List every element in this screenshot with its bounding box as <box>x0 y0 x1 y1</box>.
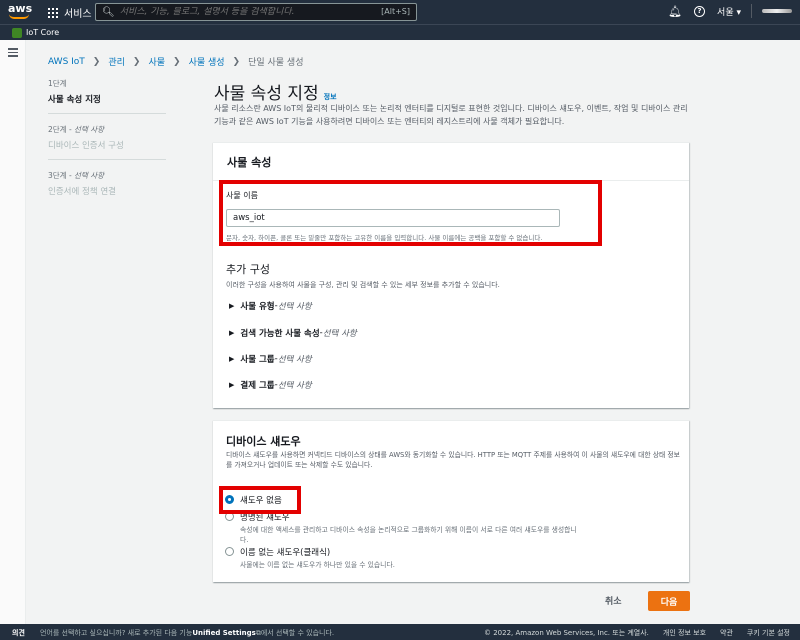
services-menu-button[interactable]: 서비스 <box>48 5 92 20</box>
service-bar: IoT Core <box>0 24 800 40</box>
grid-icon <box>48 7 58 18</box>
expander-label: 사물 유형 <box>240 302 275 312</box>
caret-right-icon: ▶ <box>229 302 235 310</box>
top-navigation: aws 서비스 🔍︎ [Alt+S] 🔔︎ ? 서울 ▾ <box>0 0 800 24</box>
privacy-link[interactable]: 개인 정보 보호 <box>663 628 706 638</box>
radio-label: 이름 없는 섀도우(클래식) <box>240 548 331 558</box>
expander-label: 사물 그룹 <box>240 355 275 365</box>
nav-divider <box>751 4 752 18</box>
caret-right-icon: ▶ <box>229 381 235 389</box>
expander-searchable-attributes[interactable]: ▶ 검색 가능한 사물 속성 - 선택 사항 <box>229 327 357 339</box>
page-header: 사물 속성 지정 정보 <box>214 79 337 104</box>
wizard-steps: 1단계 사물 속성 지정 2단계 - 선택 사항 디바이스 인증서 구성 3단계… <box>48 78 166 215</box>
expander-optional: 선택 사항 <box>277 302 312 312</box>
breadcrumb-aws-iot[interactable]: AWS IoT <box>48 57 85 67</box>
service-name[interactable]: IoT Core <box>26 28 59 37</box>
search-shortcut: [Alt+S] <box>381 7 410 16</box>
page-description: 사물 리소스란 AWS IoT의 물리적 디바이스 또는 논리적 엔터티를 디지… <box>214 104 688 126</box>
radio-description: 속성에 대한 액세스를 관리하고 디바이스 속성을 논리적으로 그룹화하기 위해… <box>240 526 577 544</box>
global-search[interactable]: 🔍︎ [Alt+S] <box>95 3 417 21</box>
step-2: 2단계 - 선택 사항 디바이스 인증서 구성 <box>48 124 166 160</box>
chevron-right-icon: ❯ <box>92 56 101 67</box>
cancel-button[interactable]: 취소 <box>605 594 622 607</box>
feedback-link[interactable]: 의견 <box>12 628 25 638</box>
device-shadow-title: 디바이스 섀도우 <box>226 435 301 448</box>
footer-right: © 2022, Amazon Web Services, Inc. 또는 계열사… <box>470 628 790 638</box>
unified-settings-link[interactable]: Unified Settings <box>192 629 256 637</box>
cookie-preferences-link[interactable]: 쿠키 기본 설정 <box>747 628 790 638</box>
device-shadow-description: 디바이스 섀도우를 사용하면 커넥티드 디바이스의 상태를 AWS와 동기화할 … <box>226 451 680 469</box>
radio-description: 사물에는 이름 없는 섀도우가 하나만 있을 수 있습니다. <box>240 561 395 569</box>
footer-message: 언어를 선택하고 싶으십니까? 새로 추가된 다음 기능Unified Sett… <box>40 629 335 637</box>
highlight-box-no-shadow <box>219 486 301 514</box>
next-button[interactable]: 다음 <box>648 591 690 611</box>
breadcrumb: AWS IoT ❯ 관리 ❯ 사물 ❯ 사물 생성 ❯ 단일 사물 생성 <box>48 55 304 69</box>
search-input[interactable] <box>119 7 370 17</box>
additional-config-subtitle: 이러한 구성을 사용하여 사물을 구성, 관리 및 검색할 수 있는 세부 정보… <box>226 281 500 289</box>
step-3: 3단계 - 선택 사항 인증서에 정책 연결 <box>48 170 166 205</box>
expander-label: 결제 그룹 <box>240 381 275 391</box>
additional-config: 추가 구성 이러한 구성을 사용하여 사물을 구성, 관리 및 검색할 수 있는… <box>226 261 676 290</box>
caret-right-icon: ▶ <box>229 355 235 363</box>
aws-smile-icon <box>9 14 29 19</box>
expander-thing-groups[interactable]: ▶ 사물 그룹 - 선택 사항 <box>229 353 312 365</box>
services-label: 서비스 <box>64 9 92 20</box>
expander-billing-group[interactable]: ▶ 결제 그룹 - 선택 사항 <box>229 379 312 391</box>
panel-title: 사물 속성 <box>213 143 689 181</box>
step-number: 2단계 - 선택 사항 <box>48 125 105 134</box>
hamburger-menu-icon[interactable] <box>8 48 18 57</box>
radio-unselected-icon <box>225 547 234 556</box>
caret-right-icon: ▶ <box>229 329 235 337</box>
breadcrumb-things[interactable]: 사물 <box>148 55 165 68</box>
breadcrumb-manage[interactable]: 관리 <box>108 55 125 68</box>
side-navigation-strip <box>0 40 26 624</box>
chevron-right-icon: ❯ <box>132 56 141 67</box>
step-name: 디바이스 인증서 구성 <box>48 141 124 151</box>
notifications-bell-icon[interactable]: 🔔︎ <box>668 5 682 18</box>
expander-label: 검색 가능한 사물 속성 <box>240 329 320 339</box>
chevron-right-icon: ❯ <box>232 56 241 67</box>
step-name: 사물 속성 지정 <box>48 95 101 105</box>
additional-config-title: 추가 구성 <box>226 263 270 276</box>
iot-core-icon <box>12 27 22 38</box>
expander-thing-type[interactable]: ▶ 사물 유형 - 선택 사항 <box>229 300 312 312</box>
step-1[interactable]: 1단계 사물 속성 지정 <box>48 78 166 114</box>
copyright: © 2022, Amazon Web Services, Inc. 또는 계열사… <box>484 629 649 637</box>
step-number: 1단계 <box>48 79 67 88</box>
aws-logo[interactable]: aws <box>8 3 34 21</box>
expander-optional: 선택 사항 <box>277 355 312 365</box>
breadcrumb-create-things[interactable]: 사물 생성 <box>189 55 225 68</box>
highlight-box-thing-name <box>219 180 602 246</box>
account-menu[interactable] <box>762 9 792 13</box>
step-number: 3단계 - 선택 사항 <box>48 171 105 180</box>
breadcrumb-current: 단일 사물 생성 <box>248 58 304 68</box>
footer: 의견 언어를 선택하고 싶으십니까? 새로 추가된 다음 기능Unified S… <box>0 624 800 640</box>
nav-right: 🔔︎ ? 서울 ▾ <box>656 4 792 18</box>
radio-named-shadow[interactable]: 명명된 섀도우 속성에 대한 액세스를 관리하고 디바이스 속성을 논리적으로 … <box>225 511 580 545</box>
page-title: 사물 속성 지정 <box>214 84 319 104</box>
expander-optional: 선택 사항 <box>277 381 312 391</box>
search-icon: 🔍︎ <box>102 6 115 18</box>
expander-optional: 선택 사항 <box>322 329 357 339</box>
terms-link[interactable]: 약관 <box>720 628 733 638</box>
step-name: 인증서에 정책 연결 <box>48 187 116 197</box>
chevron-right-icon: ❯ <box>173 56 181 67</box>
radio-unnamed-shadow[interactable]: 이름 없는 섀도우(클래식) 사물에는 이름 없는 섀도우가 하나만 있을 수 … <box>225 546 395 570</box>
region-selector[interactable]: 서울 ▾ <box>717 5 741 18</box>
help-icon[interactable]: ? <box>694 5 706 17</box>
info-link[interactable]: 정보 <box>324 92 337 102</box>
